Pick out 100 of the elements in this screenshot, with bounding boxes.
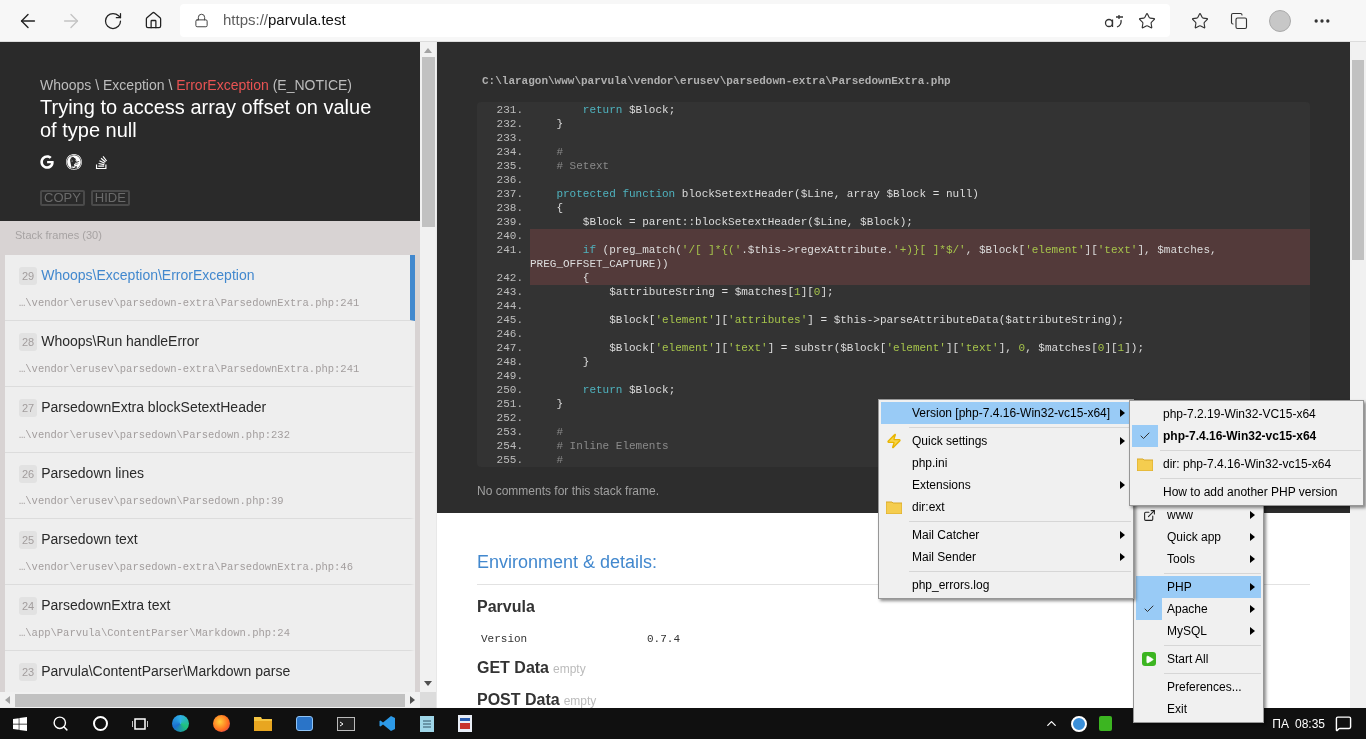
notifications-icon[interactable] — [1335, 715, 1352, 732]
code-line: } — [555, 397, 563, 410]
code-line: { — [555, 201, 563, 214]
lightning-icon — [886, 433, 902, 449]
menu-item[interactable]: Exit — [1136, 698, 1261, 720]
vertical-scrollbar[interactable] — [420, 42, 436, 692]
menu-item[interactable]: Mail Sender — [881, 546, 1131, 568]
menu-item[interactable]: php-7.2.19-Win32-VC15-x64 — [1132, 403, 1361, 425]
horizontal-scrollbar[interactable] — [0, 692, 420, 708]
tray-icon[interactable] — [1099, 716, 1113, 731]
scroll-down-arrow-icon[interactable] — [424, 681, 432, 686]
frame-file: …\vendor\erusev\parsedown-extra\ParsedownExtra.php:241 — [19, 362, 361, 377]
menu-item[interactable]: Quick settings — [881, 430, 1131, 452]
code-line: # Inline Elements — [555, 439, 669, 452]
file-path: C:\laragon\www\parvula\vendor\erusev\parsedown-extra\ParsedownExtra.php — [481, 74, 952, 89]
assistant-icon[interactable] — [93, 716, 108, 731]
menu-item[interactable]: PHP — [1136, 576, 1261, 598]
line-number: 239. — [496, 215, 523, 228]
scrollbar-thumb[interactable] — [421, 57, 435, 227]
empty-label: empty — [553, 660, 586, 678]
frame-index: 23 — [19, 662, 38, 681]
submenu-arrow-icon — [1119, 437, 1125, 445]
menu-item[interactable]: php-7.4.16-Win32-vc15-x64 — [1132, 425, 1361, 447]
line-number: 245. — [496, 313, 523, 326]
data-heading: GET Data — [477, 657, 549, 678]
frame-class: Whoops\Exception\ErrorException — [41, 266, 255, 285]
menu-item[interactable]: Start All — [1136, 648, 1261, 670]
line-number: 234. — [496, 145, 523, 158]
folder-icon[interactable] — [254, 716, 272, 731]
line-number: 251. — [496, 397, 523, 410]
stack-frame[interactable]: 26 Parsedown lines …\vendor\erusev\parsedown\Parsedown.php:39 — [5, 453, 415, 519]
stack-icon[interactable] — [94, 154, 109, 170]
start-icon[interactable] — [12, 715, 28, 732]
search-icon[interactable] — [52, 715, 69, 732]
code-line: return $Block; — [581, 103, 676, 116]
collections-icon[interactable] — [1230, 11, 1248, 30]
empty-label: empty — [563, 692, 597, 708]
stack-frame[interactable]: 24 ParsedownExtra text …\app\Parvula\ContentParser\Markdown.php:24 — [5, 585, 415, 651]
stack-frame[interactable]: 25 Parsedown text …\vendor\erusev\parsedown-extra\ParsedownExtra.php:46 — [5, 519, 415, 585]
menu-item[interactable]: MySQL — [1136, 620, 1261, 642]
line-number: 237. — [496, 187, 523, 200]
code-line: } — [581, 355, 590, 368]
scrollbar-thumb[interactable] — [1352, 60, 1364, 260]
frame-index: 29 — [19, 266, 38, 285]
frame-index: 26 — [19, 464, 38, 483]
stack-frame[interactable]: 23 Parvula\ContentParser\Markdown parse — [5, 651, 415, 692]
read-aloud-icon[interactable] — [1104, 12, 1124, 29]
stack-frame[interactable]: 28 Whoops\Run handleError …\vendor\erusev\parsedown-extra\ParsedownExtra.php:241 — [5, 321, 415, 387]
menu-item[interactable]: Version [php-7.4.16-Win32-vc15-x64] — [881, 402, 1131, 424]
refresh-icon[interactable] — [103, 10, 123, 31]
frame-class: Parsedown lines — [41, 464, 144, 483]
line-number: 238. — [496, 201, 523, 214]
menu-item[interactable]: Apache — [1136, 598, 1261, 620]
mail-icon[interactable] — [296, 716, 313, 731]
submenu-arrow-icon — [1119, 481, 1125, 489]
notepad-icon[interactable] — [420, 715, 434, 732]
code-line: $Block['element']['attributes'] = $this->parseAttributeData($attributeString); — [608, 313, 1125, 326]
language-indicator[interactable]: ΠΑ — [1272, 714, 1289, 733]
menu-item[interactable]: Extensions — [881, 474, 1131, 496]
stack-frame[interactable]: 27 ParsedownExtra blockSetextHeader …\vendor\erusev\parsedown\Parsedown.php:232 — [5, 387, 415, 453]
menu-item[interactable]: dir:ext — [881, 496, 1131, 518]
search-engine-icon[interactable] — [40, 155, 54, 169]
menu-item[interactable]: Preferences... — [1136, 676, 1261, 698]
frame-class: Parvula\ContentParser\Markdown parse — [41, 662, 291, 681]
line-number: 254. — [496, 439, 523, 452]
menu-item[interactable]: Mail Catcher — [881, 524, 1131, 546]
home-icon[interactable] — [144, 11, 163, 30]
frame-file: …\vendor\erusev\parsedown\Parsedown.php:232 — [19, 428, 291, 443]
duck-icon[interactable] — [66, 154, 82, 170]
comments-text: No comments for this stack frame. — [477, 482, 660, 500]
frame-class: Parsedown text — [41, 530, 138, 549]
task-view-icon[interactable] — [132, 716, 148, 731]
scroll-right-arrow-icon[interactable] — [410, 696, 415, 704]
code-line: protected function blockSetextHeader($Line, array $Block = null) — [555, 187, 979, 200]
code-line: # — [555, 145, 563, 158]
terminal-icon[interactable] — [337, 716, 355, 731]
browser-icon[interactable] — [213, 715, 230, 732]
menu-item[interactable]: www — [1136, 504, 1261, 526]
menu-item[interactable]: Tools — [1136, 548, 1261, 570]
submenu-arrow-icon — [1119, 531, 1125, 539]
clock[interactable]: 08:35 — [1294, 714, 1325, 733]
check-icon — [1139, 430, 1151, 442]
menu-item[interactable]: How to add another PHP version — [1132, 481, 1361, 503]
code-editor-icon[interactable] — [379, 715, 396, 732]
check-icon — [1143, 603, 1155, 615]
play-icon — [1142, 652, 1156, 666]
menu-item[interactable]: Quick app — [1136, 526, 1261, 548]
frame-file: …\app\Parvula\ContentParser\Markdown.php:24 — [19, 626, 291, 641]
code-line: $attributeString = $matches[1][0]; — [608, 285, 834, 298]
external-link-icon — [1142, 508, 1156, 522]
frame-class: ParsedownExtra text — [41, 596, 171, 615]
address-bar[interactable]: https://parvula.test — [180, 4, 1170, 37]
data-key: Version — [481, 631, 647, 648]
favorites-icon[interactable] — [1191, 11, 1209, 30]
menu-item[interactable]: php.ini — [881, 452, 1131, 474]
browser-icon[interactable] — [172, 715, 189, 732]
add-favorite-icon[interactable] — [1138, 11, 1156, 30]
tray-icon[interactable] — [1071, 715, 1088, 732]
menu-item[interactable]: dir: php-7.4.16-Win32-vc15-x64 — [1132, 453, 1361, 475]
document-icon[interactable] — [458, 715, 472, 732]
